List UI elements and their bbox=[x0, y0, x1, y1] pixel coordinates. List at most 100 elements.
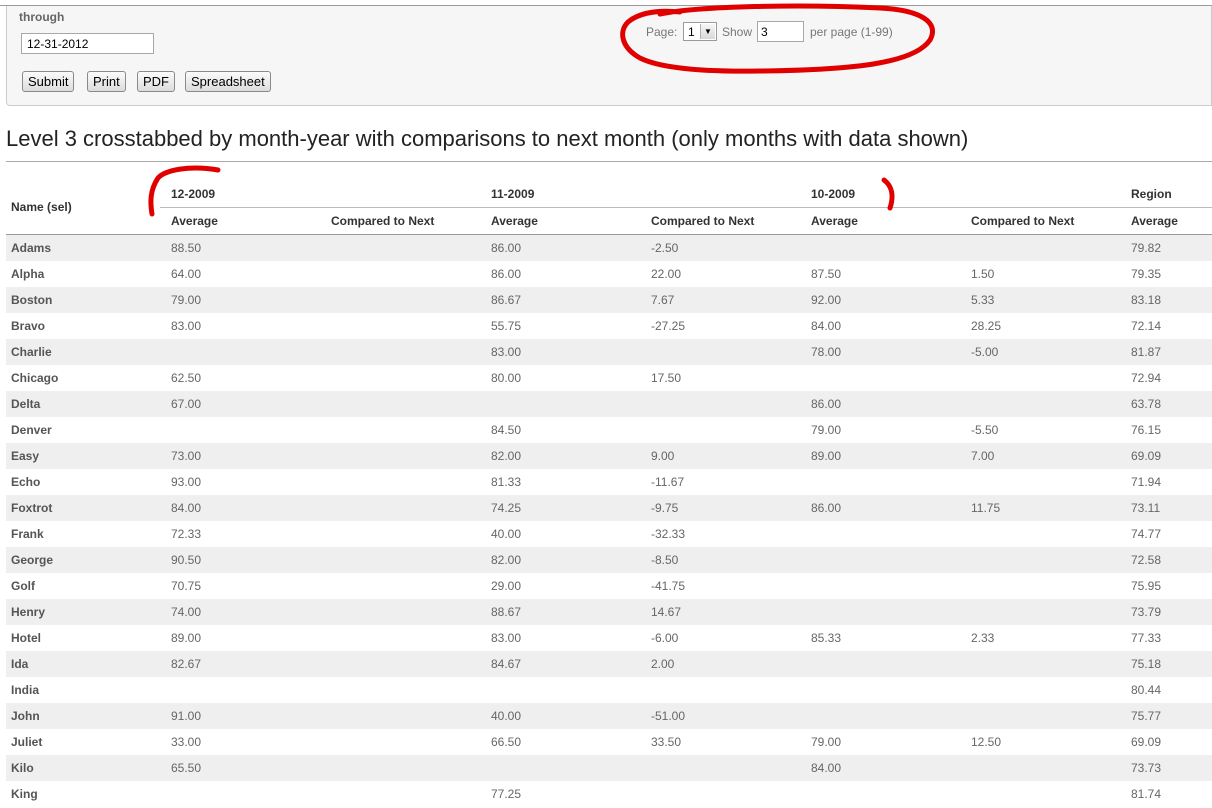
table-cell: 64.00 bbox=[171, 267, 202, 281]
row-name: Boston bbox=[11, 293, 53, 307]
table-cell: 75.95 bbox=[1131, 579, 1162, 593]
table-cell: 81.87 bbox=[1131, 345, 1162, 359]
row-name: Frank bbox=[11, 527, 44, 541]
row-name: Henry bbox=[11, 605, 46, 619]
table-cell: 84.00 bbox=[811, 319, 842, 333]
table-cell: 85.33 bbox=[811, 631, 842, 645]
table-cell: 82.00 bbox=[491, 449, 522, 463]
row-name: Chicago bbox=[11, 371, 59, 385]
table-row: Kilo 65.50 84.00 73.73 bbox=[6, 755, 1212, 781]
table-cell: 28.25 bbox=[971, 319, 1002, 333]
table-cell: -8.50 bbox=[651, 553, 679, 567]
table-cell: 29.00 bbox=[491, 579, 522, 593]
per-page-input[interactable] bbox=[757, 21, 804, 42]
subheader-average: Average bbox=[491, 214, 538, 228]
title-divider bbox=[6, 161, 1212, 162]
table-cell: 86.00 bbox=[491, 267, 522, 281]
pdf-button[interactable]: PDF bbox=[137, 71, 175, 92]
table-cell: -5.00 bbox=[971, 345, 999, 359]
table-cell: 80.44 bbox=[1131, 683, 1162, 697]
table-cell: 88.50 bbox=[171, 241, 202, 255]
table-cell: 7.00 bbox=[971, 449, 995, 463]
table-row: Bravo 83.00 55.75 -27.25 84.00 28.25 72.14 bbox=[6, 313, 1212, 339]
name-column-header[interactable]: Name (sel) bbox=[11, 200, 72, 214]
table-cell: 71.94 bbox=[1131, 475, 1162, 489]
table-cell: 78.00 bbox=[811, 345, 842, 359]
table-cell: 74.77 bbox=[1131, 527, 1162, 541]
table-cell: 72.33 bbox=[171, 527, 202, 541]
table-cell: -6.00 bbox=[651, 631, 679, 645]
row-name: Charlie bbox=[11, 345, 52, 359]
table-cell: 5.33 bbox=[971, 293, 995, 307]
table-row: Denver 84.50 79.00 -5.50 76.15 bbox=[6, 417, 1212, 443]
table-cell: 22.00 bbox=[651, 267, 682, 281]
table-cell: 2.00 bbox=[651, 657, 675, 671]
table-cell: 40.00 bbox=[491, 527, 522, 541]
submit-button[interactable]: Submit bbox=[22, 71, 75, 92]
table-cell: 90.50 bbox=[171, 553, 202, 567]
table-cell: 63.78 bbox=[1131, 397, 1162, 411]
table-cell: 87.50 bbox=[811, 267, 842, 281]
dropdown-arrow-icon[interactable]: ▼ bbox=[700, 24, 715, 39]
row-name: Denver bbox=[11, 423, 52, 437]
table-row: Alpha 64.00 86.00 22.00 87.50 1.50 79.35 bbox=[6, 261, 1212, 287]
table-cell: 1.50 bbox=[971, 267, 995, 281]
table-cell: 77.25 bbox=[491, 787, 522, 801]
row-name: Delta bbox=[11, 397, 41, 411]
table-cell: 73.00 bbox=[171, 449, 202, 463]
row-name: Juliet bbox=[11, 735, 43, 749]
table-cell: -2.50 bbox=[651, 241, 679, 255]
spreadsheet-button[interactable]: Spreadsheet bbox=[185, 71, 271, 92]
table-cell: 7.67 bbox=[651, 293, 675, 307]
table-row: Chicago 62.50 80.00 17.50 72.94 bbox=[6, 365, 1212, 391]
table-row: Juliet 33.00 66.50 33.50 79.00 12.50 69.09 bbox=[6, 729, 1212, 755]
table-cell: 33.50 bbox=[651, 735, 682, 749]
row-name: Hotel bbox=[11, 631, 41, 645]
report-title: Level 3 crosstabbed by month-year with c… bbox=[6, 126, 969, 151]
through-label: through bbox=[19, 10, 65, 24]
table-cell: 72.58 bbox=[1131, 553, 1162, 567]
table-cell: 81.74 bbox=[1131, 787, 1162, 801]
table-cell: 73.79 bbox=[1131, 605, 1162, 619]
table-cell: 67.00 bbox=[171, 397, 202, 411]
table-cell: 74.00 bbox=[171, 605, 202, 619]
table-cell: 86.00 bbox=[491, 241, 522, 255]
subheader-compared: Compared to Next bbox=[971, 214, 1075, 228]
print-button[interactable]: Print bbox=[87, 71, 126, 92]
table-row: Frank 72.33 40.00 -32.33 74.77 bbox=[6, 521, 1212, 547]
table-cell: 2.33 bbox=[971, 631, 995, 645]
row-name: George bbox=[11, 553, 54, 567]
table-cell: 84.00 bbox=[811, 761, 842, 775]
table-row: India 80.44 bbox=[6, 677, 1212, 703]
table-row: Foxtrot 84.00 74.25 -9.75 86.00 11.75 73.11 bbox=[6, 495, 1212, 521]
table-row: Echo 93.00 81.33 -11.67 71.94 bbox=[6, 469, 1212, 495]
row-name: Kilo bbox=[11, 761, 34, 775]
table-cell: 91.00 bbox=[171, 709, 202, 723]
data-table-body: Adams 88.50 86.00 -2.50 79.82 Alpha 64.00 86.00… bbox=[6, 235, 1212, 807]
subheader-average: Average bbox=[171, 214, 218, 228]
row-name: Golf bbox=[11, 579, 35, 593]
table-row: Adams 88.50 86.00 -2.50 79.82 bbox=[6, 235, 1212, 261]
filter-panel: through Submit Print PDF Spreadsheet bbox=[6, 6, 1212, 106]
row-name: Echo bbox=[11, 475, 41, 489]
page-select[interactable]: 1 ▼ bbox=[683, 22, 717, 41]
table-cell: 76.15 bbox=[1131, 423, 1162, 437]
table-cell: 82.67 bbox=[171, 657, 202, 671]
group-header-11-2009: 11-2009 bbox=[491, 187, 535, 201]
row-name: India bbox=[11, 683, 40, 697]
subheader-compared: Compared to Next bbox=[651, 214, 755, 228]
table-row: John 91.00 40.00 -51.00 75.77 bbox=[6, 703, 1212, 729]
table-cell: 75.77 bbox=[1131, 709, 1162, 723]
table-cell: -9.75 bbox=[651, 501, 679, 515]
table-cell: 65.50 bbox=[171, 761, 202, 775]
row-name: John bbox=[11, 709, 40, 723]
table-row: Delta 67.00 86.00 63.78 bbox=[6, 391, 1212, 417]
row-name: Foxtrot bbox=[11, 501, 53, 515]
table-row: Hotel 89.00 83.00 -6.00 85.33 2.33 77.33 bbox=[6, 625, 1212, 651]
table-cell: 89.00 bbox=[811, 449, 842, 463]
through-date-input[interactable] bbox=[21, 33, 154, 54]
table-cell: 70.75 bbox=[171, 579, 202, 593]
table-cell: 74.25 bbox=[491, 501, 522, 515]
page-select-value: 1 bbox=[688, 25, 695, 39]
table-row: Ida 82.67 84.67 2.00 75.18 bbox=[6, 651, 1212, 677]
